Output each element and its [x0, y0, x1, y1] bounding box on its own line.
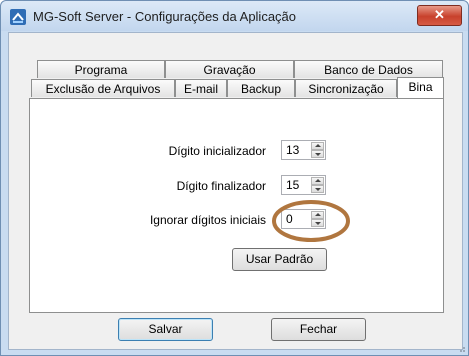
- tab-label: E-mail: [183, 82, 218, 96]
- tab-sincronizacao[interactable]: Sincronização: [295, 79, 397, 97]
- spin-down-arrow-icon[interactable]: [311, 150, 324, 158]
- digito-inicializador-value: 13: [286, 143, 300, 157]
- salvar-button[interactable]: Salvar: [118, 318, 213, 341]
- usar-padrao-label: Usar Padrão: [245, 252, 314, 266]
- usar-padrao-button[interactable]: Usar Padrão: [232, 248, 327, 271]
- tab-backup[interactable]: Backup: [227, 79, 295, 97]
- digito-finalizador-value: 15: [286, 178, 300, 192]
- tab-banco-de-dados[interactable]: Banco de Dados: [294, 60, 443, 78]
- digito-inicializador-label: Dígito inicializador: [168, 144, 266, 158]
- salvar-label: Salvar: [148, 322, 183, 336]
- tab-label: Banco de Dados: [324, 63, 413, 77]
- spin-up-arrow-icon[interactable]: [311, 142, 324, 150]
- app-icon: [10, 9, 26, 25]
- tab-bina[interactable]: Bina: [397, 77, 444, 98]
- resize-grip-icon[interactable]: [456, 343, 466, 353]
- tab-label: Programa: [74, 63, 128, 77]
- fechar-label: Fechar: [299, 322, 338, 336]
- tab-gravacao[interactable]: Gravação: [165, 60, 294, 78]
- close-button[interactable]: ✕: [417, 5, 462, 26]
- tab-label: Gravação: [203, 63, 256, 77]
- tab-email[interactable]: E-mail: [175, 79, 227, 97]
- tab-label: Exclusão de Arquivos: [45, 82, 161, 96]
- close-icon: ✕: [434, 7, 445, 22]
- spin-down-arrow-icon[interactable]: [311, 185, 324, 193]
- digito-inicializador-stepper[interactable]: 13: [281, 140, 326, 160]
- title-bar[interactable]: MG-Soft Server - Configurações da Aplica…: [1, 1, 468, 31]
- spin-up-arrow-icon[interactable]: [311, 177, 324, 185]
- ignorar-digitos-label: Ignorar dígitos iniciais: [149, 213, 266, 227]
- tab-programa[interactable]: Programa: [37, 60, 165, 78]
- highlight-circle-annotation: [272, 200, 350, 242]
- fechar-button[interactable]: Fechar: [271, 318, 366, 341]
- tab-exclusao-de-arquivos[interactable]: Exclusão de Arquivos: [31, 79, 175, 97]
- window-title: MG-Soft Server - Configurações da Aplica…: [33, 9, 297, 24]
- digito-finalizador-label: Dígito finalizador: [176, 179, 266, 193]
- digito-finalizador-stepper[interactable]: 15: [281, 175, 326, 195]
- tab-label: Sincronização: [308, 82, 384, 96]
- tab-label: Backup: [240, 82, 282, 96]
- tab-panel-bina: [29, 98, 444, 313]
- tab-label: Bina: [408, 80, 433, 94]
